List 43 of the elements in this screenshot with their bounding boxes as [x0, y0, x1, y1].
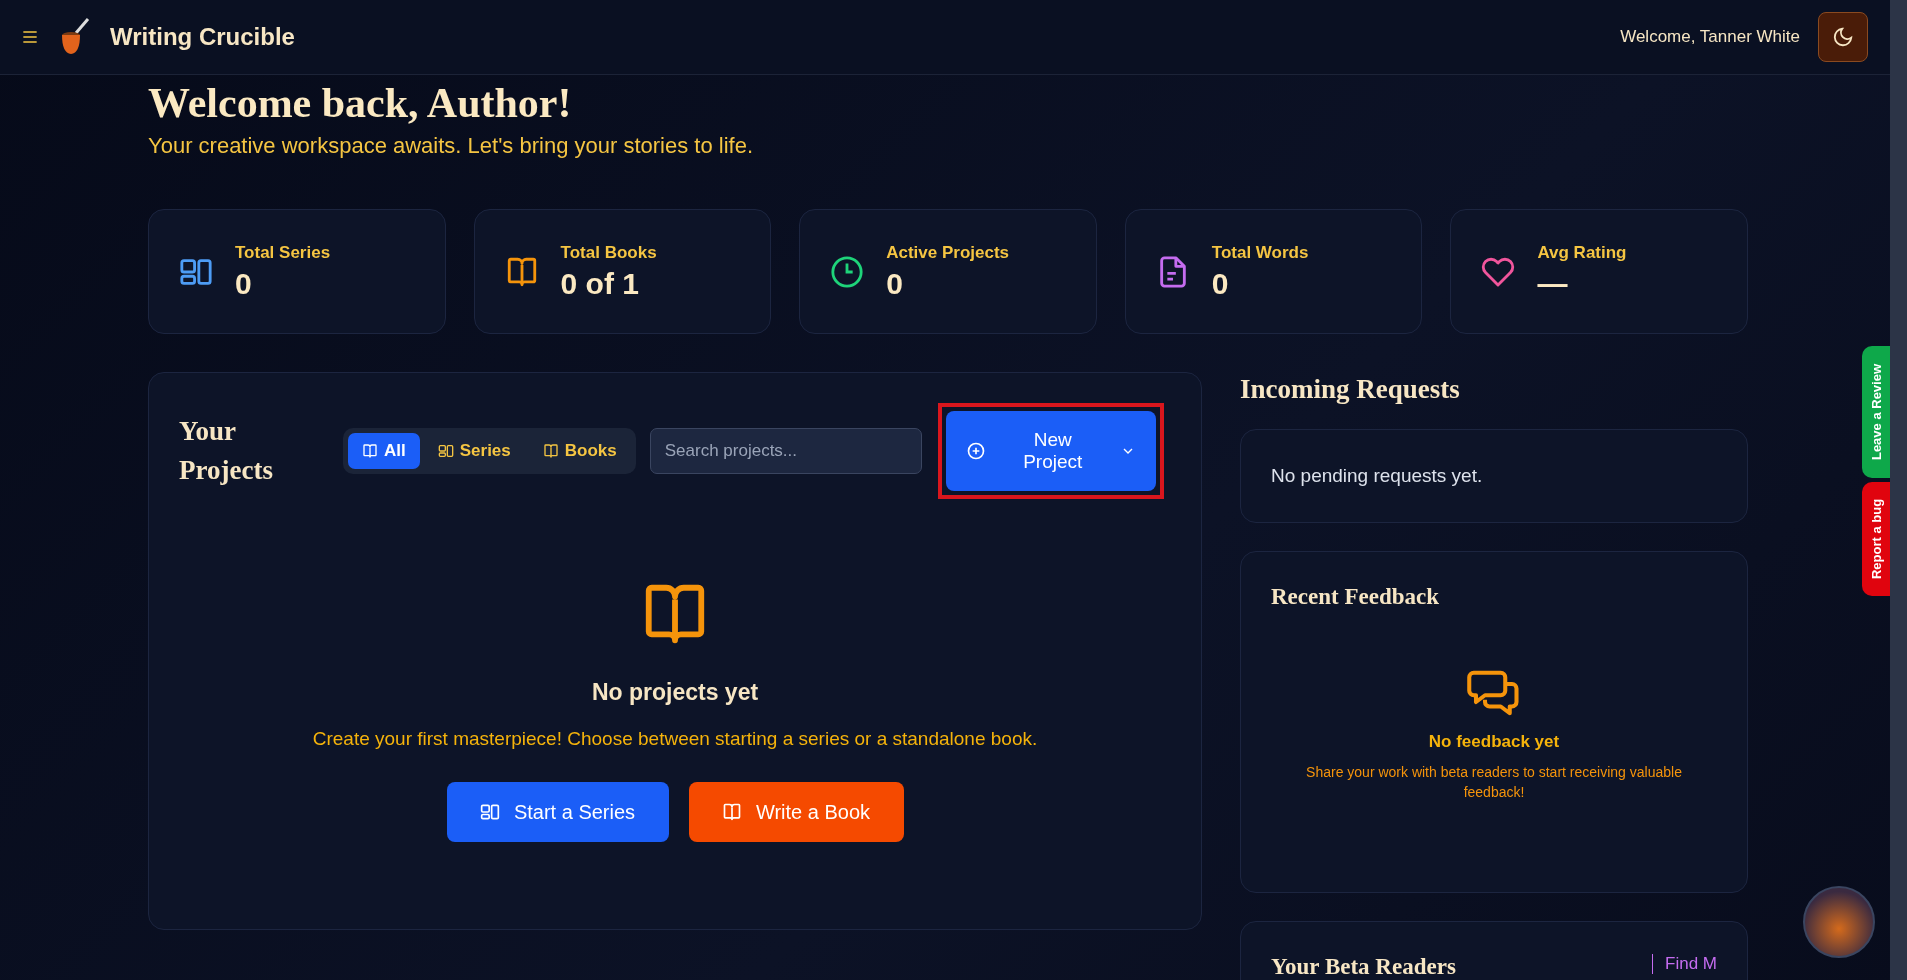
theme-toggle-button[interactable]	[1818, 12, 1868, 62]
stat-value: 0	[1211, 266, 1230, 301]
stat-label: Total Books	[560, 242, 657, 263]
empty-text: Create your first masterpiece! Choose between starting a series or a standalone book.	[312, 728, 1038, 750]
layout-icon	[437, 443, 454, 459]
empty-text: No pending requests yet.	[1271, 465, 1483, 487]
moon-icon	[1832, 26, 1854, 48]
filter-tab[interactable]: All	[348, 433, 420, 469]
empty-text: Share your work with beta readers to start receiving valuable feedback!	[1305, 763, 1683, 803]
find-link[interactable]: Find M	[1652, 954, 1717, 974]
stat-label: Avg Rating	[1537, 242, 1627, 263]
stat-label: Total Series	[235, 242, 331, 263]
empty-title: No feedback yet	[1428, 732, 1560, 752]
chat-bubbles-icon	[1467, 668, 1521, 718]
search-field[interactable]: Search projects...	[649, 428, 922, 474]
section-title: Incoming Requests	[1240, 374, 1461, 405]
empty-title: No projects yet	[591, 679, 759, 706]
welcome-text: Welcome, Tanner White	[1620, 27, 1800, 47]
side-tab[interactable]: Report a bug	[1862, 482, 1890, 596]
write-book-button[interactable]: Write a Book	[688, 782, 904, 842]
book-icon	[721, 802, 742, 822]
stat-value: 0	[235, 266, 253, 301]
plus-circle-icon	[965, 441, 986, 461]
page-subtitle: Your creative workspace awaits. Let's bring your stories to life.	[148, 133, 754, 159]
clock-icon	[830, 254, 865, 289]
side-tab[interactable]: Leave a Review	[1862, 346, 1890, 478]
stat-label: Total Words	[1211, 242, 1309, 263]
start-series-button[interactable]: Start a Series	[446, 782, 669, 842]
filter-tab[interactable]: Series	[423, 433, 525, 469]
book-icon	[542, 443, 559, 459]
stat-value: 0 of 1	[560, 266, 640, 301]
layout-icon	[479, 802, 500, 822]
page-title: Welcome back, Author!	[148, 79, 573, 127]
book-icon	[362, 443, 378, 459]
card-title: Recent Feedback	[1271, 584, 1440, 610]
section-title: Your Projects	[179, 414, 274, 487]
filter-tab[interactable]: Books	[528, 433, 631, 469]
stat-value: —	[1537, 266, 1569, 301]
new-project-button[interactable]: New Project	[945, 411, 1156, 491]
stat-label: Active Projects	[886, 242, 1010, 263]
card-title: Your Beta Readers	[1271, 954, 1456, 980]
stat-value: 0	[886, 266, 904, 301]
brand-name[interactable]: Writing Crucible	[110, 23, 295, 51]
